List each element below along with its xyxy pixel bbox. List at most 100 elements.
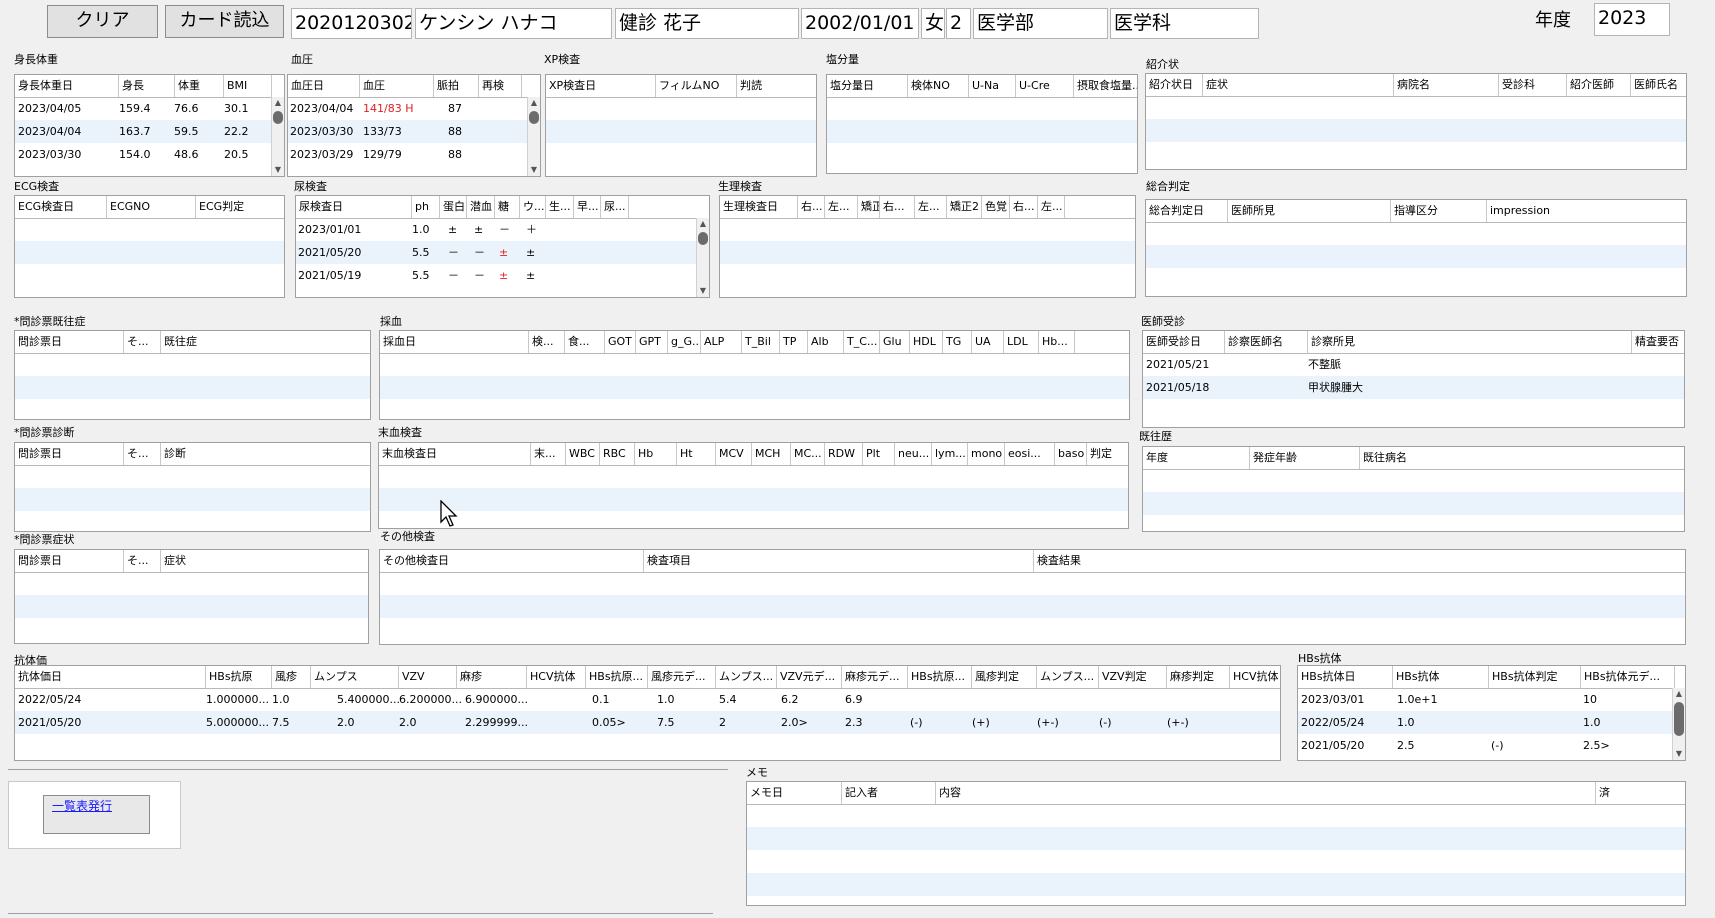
- column-header[interactable]: GOT: [605, 331, 636, 353]
- grid-salt[interactable]: 塩分量日 検体NO U-Na U-Cre 摂取食塩量...: [826, 74, 1138, 174]
- scroll-down-icon[interactable]: ▼: [697, 285, 709, 297]
- column-header[interactable]: RBC: [600, 443, 635, 465]
- column-header[interactable]: U-Na: [969, 75, 1016, 97]
- grid-physio[interactable]: 生理検査日右...左...矯正1右...左...矯正2色覚右...左...: [719, 195, 1136, 298]
- column-header[interactable]: XP検査日: [546, 75, 656, 97]
- column-header[interactable]: 右...: [880, 196, 915, 218]
- column-header[interactable]: LDL: [1004, 331, 1039, 353]
- table-row[interactable]: [15, 511, 370, 531]
- column-header[interactable]: TP: [780, 331, 808, 353]
- column-header[interactable]: BMI: [224, 75, 272, 97]
- table-row[interactable]: [380, 376, 1129, 399]
- column-header[interactable]: 医師氏名: [1631, 74, 1686, 96]
- column-header[interactable]: TG: [943, 331, 972, 353]
- table-row[interactable]: [379, 488, 1128, 511]
- column-header[interactable]: 総合判定日: [1146, 200, 1228, 222]
- table-row[interactable]: [1146, 291, 1686, 296]
- table-row[interactable]: [1146, 268, 1686, 291]
- grid-antibody[interactable]: 抗体価日 HBs抗原 風疹 ムンプス VZV 麻疹 HCV抗体 HBs抗原... 風疹元デ...…: [14, 665, 1281, 761]
- table-row[interactable]: [380, 641, 1685, 644]
- grid-hbs-antibody[interactable]: HBs抗体日 HBs抗体 HBs抗体判定 HBs抗体元デ... 2023/03/01 1.…: [1297, 665, 1686, 761]
- grid-referral[interactable]: 紹介状日 症状 病院名 受診科 紹介医師 医師氏名: [1145, 73, 1687, 170]
- table-row[interactable]: [380, 595, 1685, 618]
- column-header[interactable]: 受診科: [1499, 74, 1567, 96]
- table-row[interactable]: [747, 827, 1685, 850]
- column-header[interactable]: 脈拍: [434, 75, 479, 97]
- table-row[interactable]: [15, 688, 1280, 711]
- column-header[interactable]: そ...: [124, 443, 161, 465]
- grid-memo[interactable]: メモ日 記入者 内容済: [746, 781, 1686, 906]
- column-header[interactable]: HBs抗体日: [1298, 666, 1393, 688]
- patient-kana-field[interactable]: ケンシン ハナコ: [415, 8, 612, 39]
- table-row[interactable]: [1146, 142, 1686, 165]
- table-row[interactable]: [546, 97, 816, 120]
- patient-id-field[interactable]: 2020120302: [291, 8, 412, 39]
- table-row[interactable]: [15, 241, 284, 264]
- column-header[interactable]: 左...: [915, 196, 947, 218]
- grid-other-tests[interactable]: その他検査日 検査項目 検査結果: [379, 549, 1686, 645]
- table-row[interactable]: [15, 218, 284, 241]
- column-header[interactable]: ECGNO: [107, 196, 196, 218]
- column-header[interactable]: HBs抗体: [1393, 666, 1489, 688]
- column-header[interactable]: Glu: [880, 331, 910, 353]
- column-header[interactable]: HCV抗体: [1230, 666, 1280, 688]
- column-header[interactable]: HBs抗体元デ...: [1581, 666, 1675, 688]
- column-header[interactable]: 医師所見: [1228, 200, 1391, 222]
- column-header[interactable]: 末...: [531, 443, 566, 465]
- table-row[interactable]: [379, 511, 1128, 528]
- column-header[interactable]: 内容: [936, 782, 1596, 804]
- table-row[interactable]: [379, 465, 1128, 488]
- column-header[interactable]: 検査結果: [1034, 550, 1685, 572]
- column-header[interactable]: U-Cre: [1016, 75, 1074, 97]
- column-header[interactable]: 風疹元デ...: [648, 666, 716, 688]
- table-row[interactable]: [1143, 376, 1684, 399]
- grid-height-weight[interactable]: 身長体重日 身長 体重 BMI 2023/04/05 159.4 76.6 30.1 2023/…: [14, 74, 285, 177]
- column-header[interactable]: HBs抗体判定: [1489, 666, 1581, 688]
- table-row[interactable]: [1146, 245, 1686, 268]
- birth-date-field[interactable]: 2002/01/01: [801, 8, 919, 39]
- grid-blood-draw[interactable]: 採血日 検... 食... GOT GPT g_G... ALP T_Bil TP Alb T_C.…: [379, 330, 1130, 420]
- column-header[interactable]: 判定: [1087, 443, 1128, 465]
- column-header[interactable]: 血圧日: [288, 75, 360, 97]
- column-header[interactable]: Plt: [863, 443, 895, 465]
- grid-urine[interactable]: 尿検査日 ph 蛋白 潜血糖ウ... 生... 早... 尿... 2023/01/01 1.0…: [295, 195, 710, 298]
- column-header[interactable]: T_C...: [844, 331, 880, 353]
- scroll-down-icon[interactable]: ▼: [272, 164, 284, 176]
- column-header[interactable]: g_G...: [668, 331, 701, 353]
- column-header[interactable]: そ...: [124, 550, 161, 572]
- column-header[interactable]: 生...: [546, 196, 574, 218]
- table-row[interactable]: [1143, 515, 1684, 531]
- column-header[interactable]: impression: [1487, 200, 1686, 222]
- column-header[interactable]: 生理検査日: [720, 196, 798, 218]
- column-header[interactable]: 右...: [1010, 196, 1038, 218]
- column-header[interactable]: GPT: [636, 331, 668, 353]
- column-header[interactable]: lym...: [932, 443, 968, 465]
- column-header[interactable]: 症状: [161, 550, 368, 572]
- faculty-field[interactable]: 医学部: [973, 8, 1108, 39]
- scroll-thumb[interactable]: [529, 111, 539, 124]
- column-header[interactable]: 紹介状日: [1146, 74, 1203, 96]
- column-header[interactable]: VZV元デ...: [777, 666, 842, 688]
- column-header[interactable]: 精査要否: [1632, 331, 1684, 353]
- column-header[interactable]: WBC: [566, 443, 600, 465]
- column-header[interactable]: ムンプス: [311, 666, 399, 688]
- table-row[interactable]: [380, 399, 1129, 419]
- column-header[interactable]: UA: [972, 331, 1004, 353]
- table-row[interactable]: [15, 595, 368, 618]
- column-header[interactable]: 塩分量日: [827, 75, 908, 97]
- table-row[interactable]: [827, 166, 1137, 173]
- column-header[interactable]: 発症年齢: [1250, 447, 1360, 469]
- column-header[interactable]: 摂取食塩量...: [1074, 75, 1137, 97]
- table-row[interactable]: [1146, 165, 1686, 169]
- grid-doctor-visit[interactable]: 医師受診日 診察医師名 診察所見 精査要否 2021/05/21 不整脈 2021/05/1…: [1142, 330, 1685, 428]
- column-header[interactable]: 尿検査日: [296, 196, 412, 218]
- column-header[interactable]: 左...: [1038, 196, 1065, 218]
- column-header[interactable]: 症状: [1203, 74, 1394, 96]
- column-header[interactable]: 検査項目: [644, 550, 1034, 572]
- column-header[interactable]: baso: [1055, 443, 1087, 465]
- table-row[interactable]: [827, 97, 1137, 120]
- column-header[interactable]: MCV: [716, 443, 752, 465]
- column-header[interactable]: 既往症: [161, 331, 370, 353]
- scroll-up-icon[interactable]: ▲: [528, 97, 540, 109]
- table-row[interactable]: [380, 353, 1129, 376]
